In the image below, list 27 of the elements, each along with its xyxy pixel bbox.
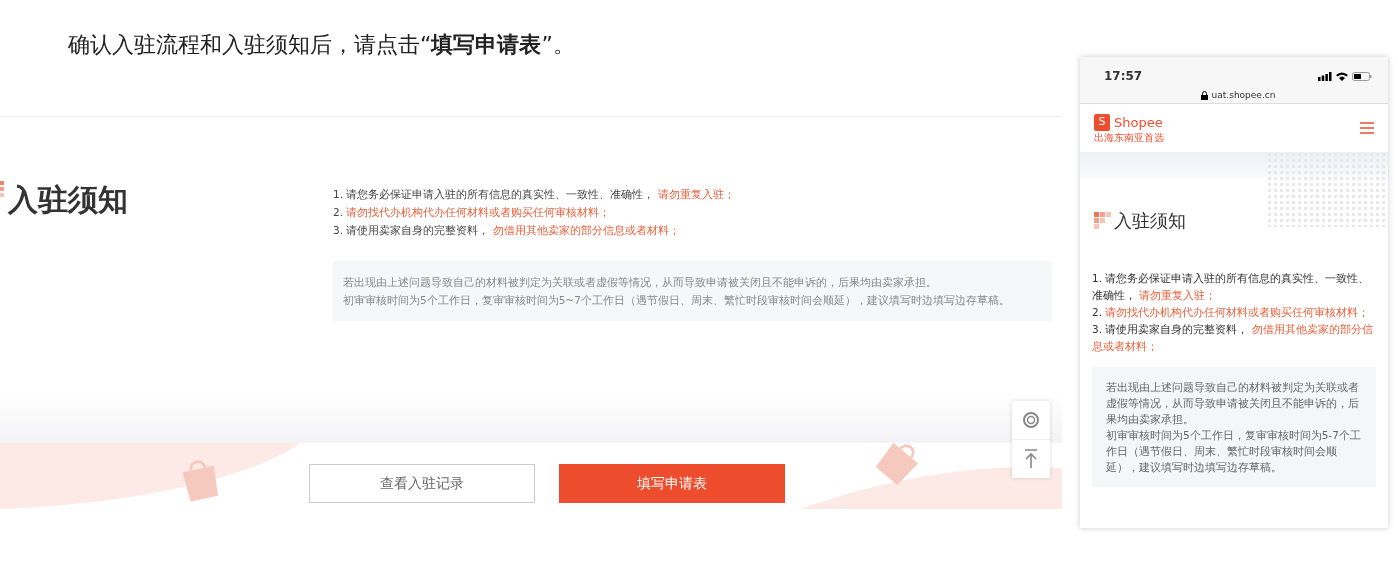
- rule-text: 1. 请您务必保证申请入驻的所有信息的真实性、一致性、准确性， 请勿重复入驻；: [333, 187, 736, 202]
- url-text: uat.shopee.cn: [1211, 89, 1276, 102]
- lock-icon: [1200, 91, 1208, 101]
- records-button[interactable]: 查看入驻记录: [309, 464, 535, 503]
- page-title: 入驻须知: [1114, 212, 1186, 230]
- menu-icon[interactable]: [1360, 122, 1374, 134]
- notice-panel: 若出现由上述问题导致自己的材料被判定为关联或者虚假等情况，从而导致申请被关闭且不能申诉的，后果均由卖家承担。 初审审核时间为5个工作日，复审审核时间为5~7个工作日（遇节假日、周末、繁忙时段审核时间会顺延），建议填写时边填写边存草稿。: [333, 261, 1052, 321]
- wifi-icon: [1336, 71, 1348, 81]
- arrow-up-icon: [1024, 449, 1038, 469]
- rule-text: 3. 请使用卖家自身的完整资料， 勿借用其他卖家的部分信息或者材料；: [333, 223, 681, 238]
- instruction-text: 确认入驻流程和入驻须知后，请点击“填写申请表”。: [68, 31, 576, 59]
- signal-icon: [1318, 71, 1332, 81]
- grid-icon: [1094, 212, 1112, 230]
- apply-button[interactable]: 填写申请表: [559, 464, 785, 503]
- back-to-top-button[interactable]: [1012, 440, 1050, 478]
- rule-text: 2. 请勿找代办机构代办任何材料或者购买任何审核材料；: [1092, 305, 1371, 320]
- slogan-text: 出海东南亚首选: [1094, 132, 1164, 144]
- notice-panel: 若出现由上述问题导致自己的材料被判定为关联或者虚假等情况，从而导致申请被关闭且不能申诉的，后果均由卖家承担。 初审审核时间为5个工作日，复审审核时间为5-7个工作日（遇节假日、周末、繁忙时段审核时间会顺延），建议填写时边填写边存草稿。: [1092, 367, 1376, 487]
- rule-text: 1. 请您务必保证申请入驻的所有信息的真实性、一致性、准确性， 请勿重复入驻；: [1092, 271, 1371, 303]
- battery-icon: [1352, 71, 1372, 81]
- rule-text: 2. 请勿找代办机构代办任何材料或者购买任何审核材料；: [333, 205, 612, 220]
- rule-text: 3. 请使用卖家自身的完整资料， 勿借用其他卖家的部分信息或者材料；: [1092, 322, 1374, 354]
- page-title: 入驻须知: [8, 185, 128, 219]
- status-time: 17:57: [1104, 68, 1143, 85]
- support-button[interactable]: [1012, 401, 1050, 439]
- logo-icon: S: [1094, 114, 1110, 131]
- brand-name: Shopee: [1114, 113, 1163, 132]
